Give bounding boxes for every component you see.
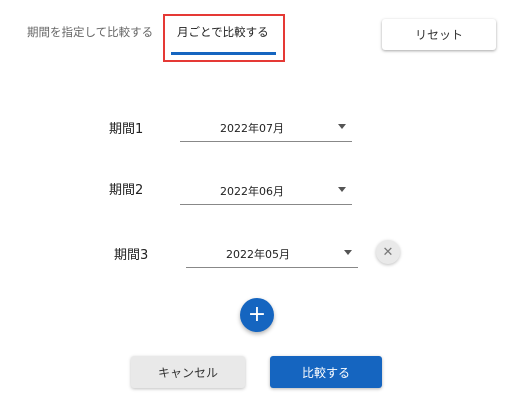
period-2-value: 2022年06月 <box>220 185 284 198</box>
plus-icon: + <box>247 302 267 327</box>
tab-monthly-compare[interactable]: 月ごとで比較する <box>177 24 269 40</box>
period-3-select[interactable]: 2022年05月 <box>186 240 358 268</box>
caret-down-icon <box>344 250 352 255</box>
period-1-value: 2022年07月 <box>220 122 284 135</box>
period-1-select[interactable]: 2022年07月 <box>180 114 352 142</box>
period-3-value: 2022年05月 <box>226 248 290 261</box>
close-icon: ✕ <box>382 244 394 260</box>
period-2-label: 期間2 <box>109 183 144 198</box>
add-period-button[interactable]: + <box>240 298 274 332</box>
compare-button[interactable]: 比較する <box>270 356 382 388</box>
caret-down-icon <box>338 187 346 192</box>
cancel-button[interactable]: キャンセル <box>131 356 245 388</box>
period-3-label: 期間3 <box>114 248 149 263</box>
compare-settings-panel: 期間を指定して比較する 月ごとで比較する リセット 期間1 2022年07月 期… <box>0 0 513 410</box>
caret-down-icon <box>338 124 346 129</box>
period-1-label: 期間1 <box>109 122 144 137</box>
reset-button[interactable]: リセット <box>382 19 496 50</box>
remove-period-button[interactable]: ✕ <box>376 240 400 264</box>
active-tab-indicator <box>171 52 276 55</box>
period-2-select[interactable]: 2022年06月 <box>180 177 352 205</box>
tab-period-compare[interactable]: 期間を指定して比較する <box>27 24 153 40</box>
